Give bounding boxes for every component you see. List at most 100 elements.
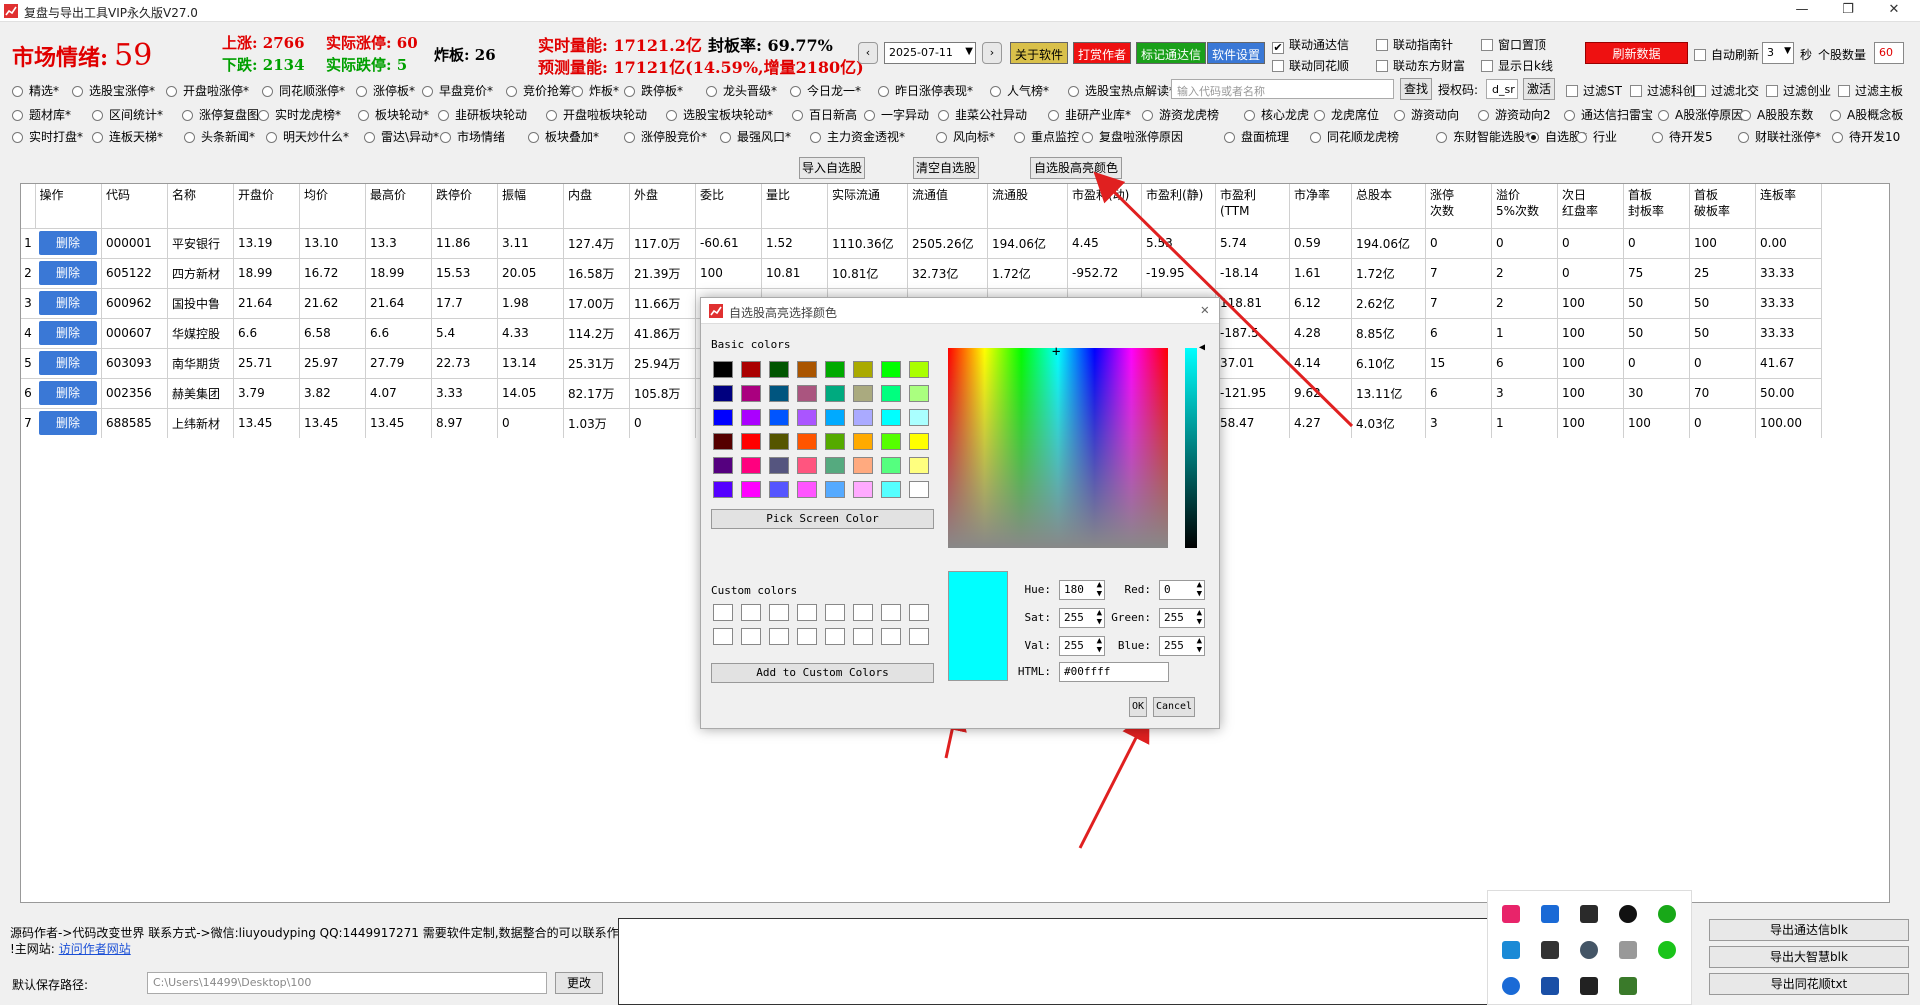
color-swatch[interactable] (853, 409, 873, 426)
blue-spinbox[interactable]: 255 ▲ ▼ (1159, 636, 1205, 656)
color-swatch[interactable] (881, 361, 901, 378)
color-swatch[interactable] (797, 481, 817, 498)
custom-color-slot[interactable] (797, 604, 817, 621)
bluetooth-tray-icon[interactable] (1502, 977, 1520, 995)
custom-color-slot[interactable] (825, 604, 845, 621)
custom-color-slot[interactable] (769, 604, 789, 621)
color-swatch[interactable] (881, 433, 901, 450)
close-icon[interactable]: ✕ (1201, 302, 1209, 318)
color-swatch[interactable] (713, 457, 733, 474)
color-swatch[interactable] (713, 481, 733, 498)
qq-tray-icon[interactable] (1658, 905, 1676, 923)
app-tray-icon[interactable] (1541, 941, 1559, 959)
color-swatch[interactable] (797, 457, 817, 474)
export-dzh-button[interactable]: 导出大智慧blk (1709, 946, 1909, 968)
spin-arrows-icon[interactable]: ▲ ▼ (1197, 581, 1202, 599)
color-swatch[interactable] (769, 481, 789, 498)
color-swatch[interactable] (909, 457, 929, 474)
val-spinbox[interactable]: 255 ▲ ▼ (1059, 636, 1105, 656)
custom-color-slot[interactable] (909, 604, 929, 621)
app-tray-icon[interactable] (1619, 977, 1637, 995)
color-swatch[interactable] (797, 385, 817, 402)
color-swatch[interactable] (881, 481, 901, 498)
change-path-button[interactable]: 更改 (555, 972, 603, 994)
spin-arrows-icon[interactable]: ▲ ▼ (1197, 609, 1202, 627)
export-ths-button[interactable]: 导出同花顺txt (1709, 973, 1909, 995)
color-swatch[interactable] (909, 409, 929, 426)
pick-screen-color-button[interactable]: Pick Screen Color (711, 509, 934, 529)
red-spinbox[interactable]: 0 ▲ ▼ (1159, 580, 1205, 600)
color-swatch[interactable] (713, 361, 733, 378)
color-swatch[interactable] (853, 457, 873, 474)
security-tray-icon[interactable] (1541, 977, 1559, 995)
custom-color-slot[interactable] (713, 628, 733, 645)
sat-spinbox[interactable]: 255 ▲ ▼ (1059, 608, 1105, 628)
wechat-tray-icon[interactable] (1658, 941, 1676, 959)
color-swatch[interactable] (797, 361, 817, 378)
custom-color-slot[interactable] (909, 628, 929, 645)
color-swatch[interactable] (769, 433, 789, 450)
hue-spinbox[interactable]: 180 ▲ ▼ (1059, 580, 1105, 600)
custom-color-slot[interactable] (825, 628, 845, 645)
spin-arrows-icon[interactable]: ▲ ▼ (1097, 637, 1102, 655)
app-tray-icon[interactable] (1502, 905, 1520, 923)
export-tdx-button[interactable]: 导出通达信blk (1709, 919, 1909, 941)
color-swatch[interactable] (909, 385, 929, 402)
app-tray-icon[interactable] (1580, 941, 1598, 959)
color-swatch[interactable] (741, 409, 761, 426)
color-swatch[interactable] (741, 481, 761, 498)
color-swatch[interactable] (741, 361, 761, 378)
color-swatch[interactable] (881, 457, 901, 474)
color-swatch[interactable] (741, 457, 761, 474)
app-tray-icon[interactable] (1580, 977, 1598, 995)
custom-color-slot[interactable] (853, 628, 873, 645)
spin-arrows-icon[interactable]: ▲ ▼ (1197, 637, 1202, 655)
spin-arrows-icon[interactable]: ▲ ▼ (1097, 609, 1102, 627)
color-swatch[interactable] (853, 481, 873, 498)
qq-tray-icon[interactable] (1619, 905, 1637, 923)
custom-color-slot[interactable] (797, 628, 817, 645)
color-swatch[interactable] (853, 433, 873, 450)
color-swatch[interactable] (713, 385, 733, 402)
color-swatch[interactable] (797, 433, 817, 450)
color-swatch[interactable] (881, 385, 901, 402)
custom-color-slot[interactable] (881, 604, 901, 621)
color-swatch[interactable] (825, 433, 845, 450)
custom-color-slot[interactable] (741, 604, 761, 621)
color-swatch[interactable] (769, 385, 789, 402)
color-swatch[interactable] (769, 361, 789, 378)
hue-saturation-field[interactable]: + (948, 344, 1168, 548)
color-swatch[interactable] (909, 481, 929, 498)
add-custom-colors-button[interactable]: Add to Custom Colors (711, 663, 934, 683)
color-swatch[interactable] (797, 409, 817, 426)
custom-color-slot[interactable] (769, 628, 789, 645)
custom-color-slot[interactable] (881, 628, 901, 645)
app-tray-icon[interactable] (1541, 905, 1559, 923)
color-swatch[interactable] (825, 481, 845, 498)
color-swatch[interactable] (713, 433, 733, 450)
spin-arrows-icon[interactable]: ▲ ▼ (1097, 581, 1102, 599)
color-swatch[interactable] (769, 409, 789, 426)
ok-button[interactable]: OK (1129, 697, 1147, 717)
color-swatch[interactable] (909, 361, 929, 378)
color-swatch[interactable] (881, 409, 901, 426)
telegram-tray-icon[interactable] (1502, 941, 1520, 959)
author-site-link[interactable]: 访问作者网站 (59, 942, 131, 956)
color-swatch[interactable] (825, 361, 845, 378)
custom-color-slot[interactable] (741, 628, 761, 645)
color-swatch[interactable] (769, 457, 789, 474)
save-path-input[interactable]: C:\Users\14499\Desktop\100 (147, 972, 547, 994)
custom-color-slot[interactable] (713, 604, 733, 621)
custom-color-slot[interactable] (853, 604, 873, 621)
html-color-input[interactable]: #00ffff (1059, 662, 1169, 682)
color-swatch[interactable] (741, 433, 761, 450)
color-swatch[interactable] (909, 433, 929, 450)
color-swatch[interactable] (713, 409, 733, 426)
color-swatch[interactable] (741, 385, 761, 402)
color-swatch[interactable] (825, 457, 845, 474)
color-swatch[interactable] (853, 385, 873, 402)
value-slider[interactable] (1185, 348, 1197, 548)
color-swatch[interactable] (825, 385, 845, 402)
color-swatch[interactable] (825, 409, 845, 426)
green-spinbox[interactable]: 255 ▲ ▼ (1159, 608, 1205, 628)
